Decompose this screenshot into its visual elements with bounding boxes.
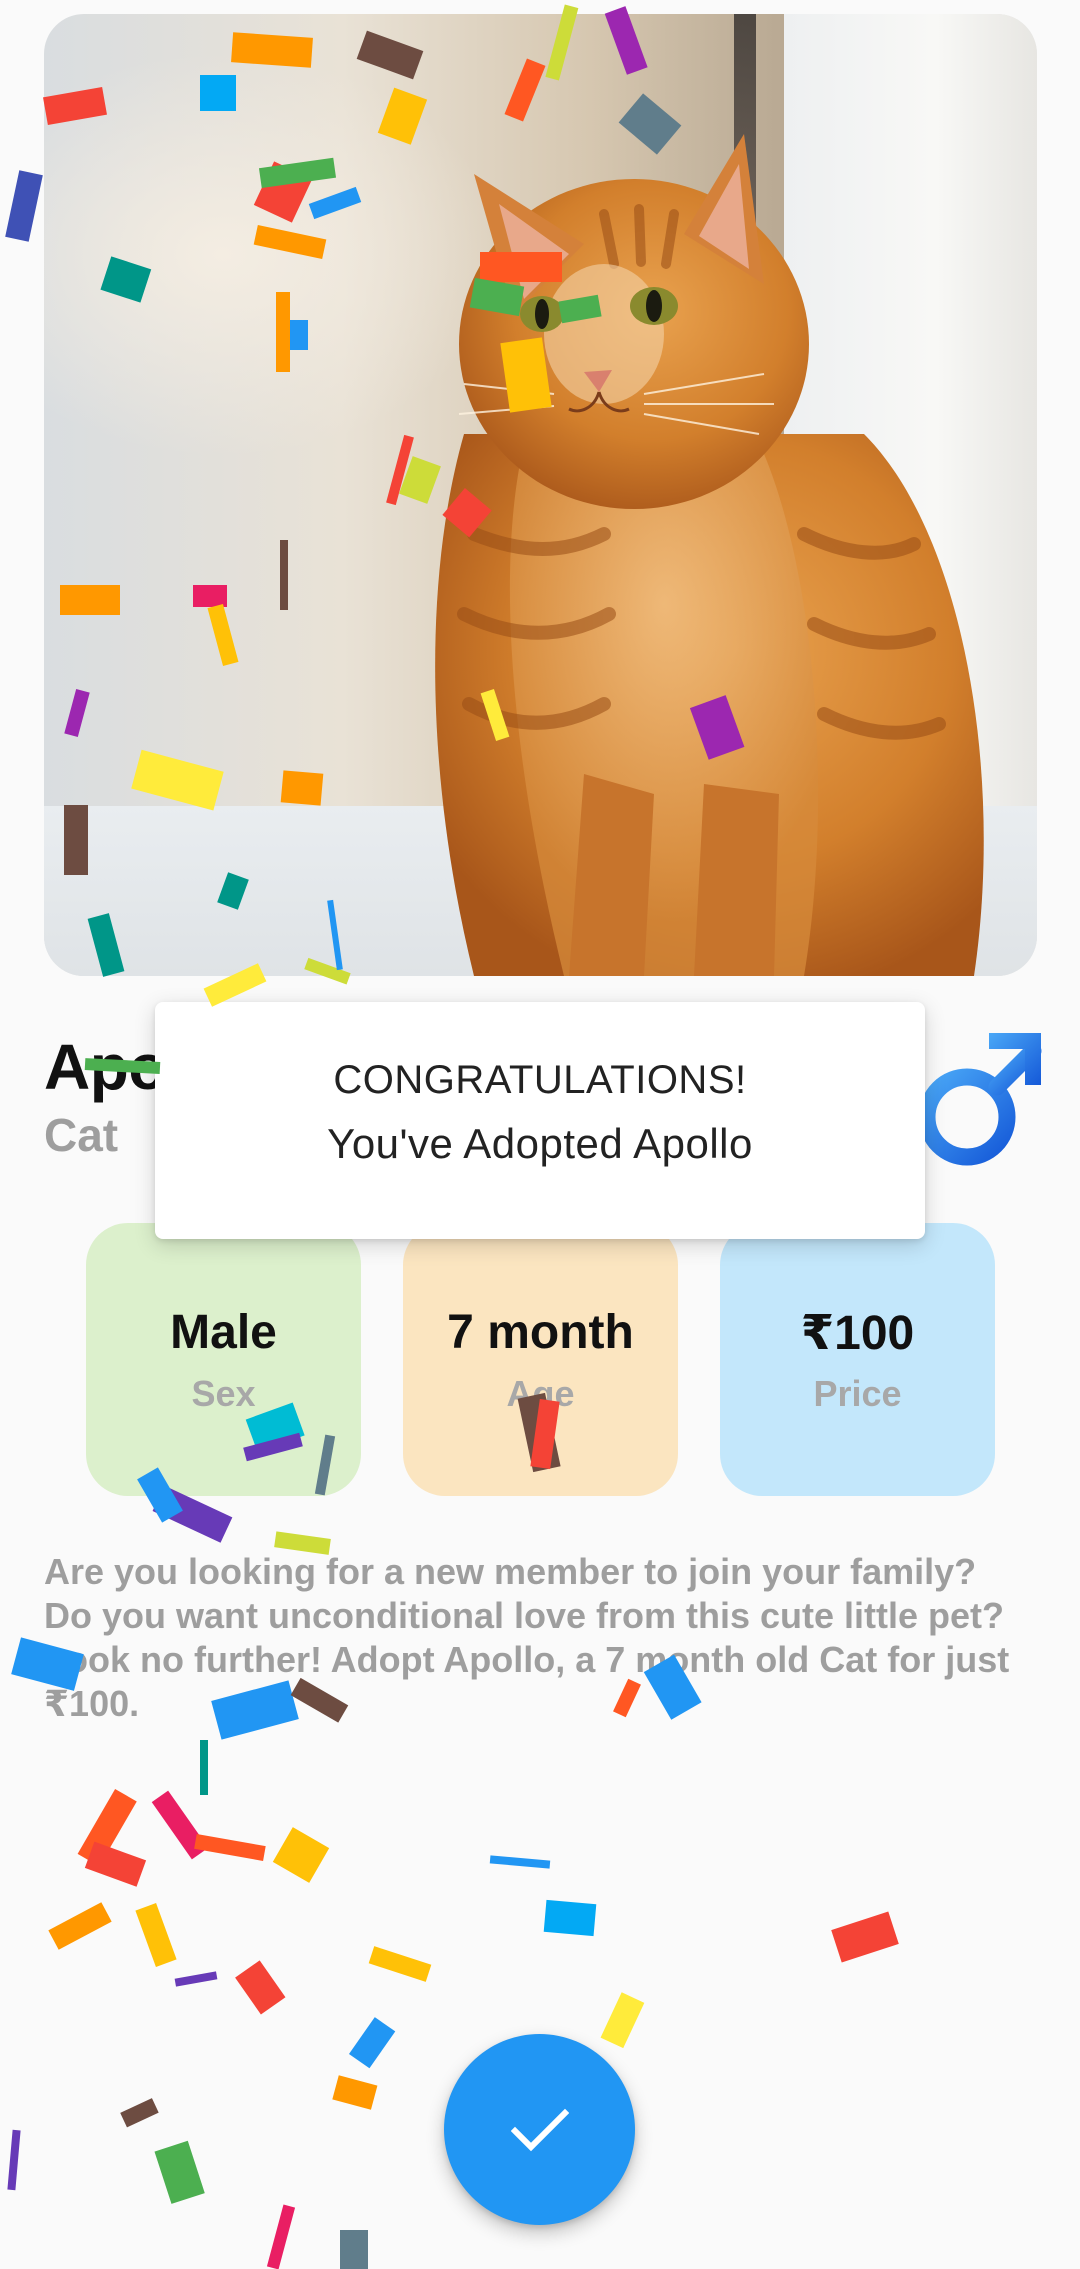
sex-card: Male Sex [86,1223,361,1496]
price-value: ₹100 [800,1307,915,1360]
price-card: ₹100 Price [720,1223,995,1496]
age-value: 7 month [447,1306,634,1359]
male-icon [918,1033,1042,1166]
check-icon [510,2108,569,2151]
price-label: Price [813,1373,902,1414]
age-card: 7 month Age [403,1223,678,1496]
pet-type: Cat [44,1109,119,1161]
pet-photo [44,14,1037,976]
age-label: Age [506,1373,575,1414]
adoption-detail-screen: Apollo Cat Male Sex 7 month Age ₹100 Pri… [0,0,1080,2269]
congratulations-dialog[interactable]: CONGRATULATIONS! You've Adopted Apollo [155,1002,925,1239]
sex-value: Male [170,1306,277,1359]
dialog-message: You've Adopted Apollo [327,1120,753,1167]
dialog-title: CONGRATULATIONS! [333,1058,747,1102]
cat-illustration [435,134,984,976]
sex-label: Sex [191,1373,256,1414]
pet-description: Are you looking for a new member to join… [44,1551,1010,1724]
confirm-adopt-button[interactable] [444,2034,635,2225]
